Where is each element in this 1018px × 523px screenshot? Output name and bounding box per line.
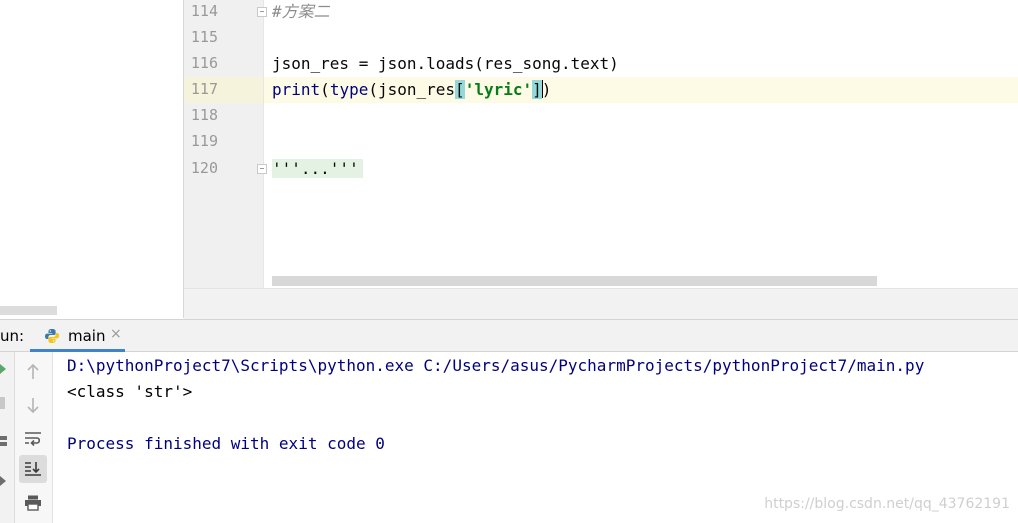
close-icon[interactable]: × [110, 326, 122, 342]
closing-paren: ) [541, 80, 552, 99]
code-line-114[interactable]: #方案二 [272, 0, 330, 25]
editor-horizontal-scrollbar[interactable] [272, 276, 877, 286]
line-number-119: 119 [190, 132, 218, 150]
console-line-exit: Process finished with exit code 0 [67, 434, 385, 453]
gutter-separator [263, 0, 264, 288]
play-icon[interactable] [0, 364, 6, 374]
string-literal: 'lyric' [464, 80, 533, 99]
scroll-down-icon[interactable] [19, 391, 47, 419]
python-icon [45, 329, 59, 343]
console-line-command: D:\pythonProject7\Scripts\python.exe C:/… [67, 356, 925, 375]
console-line-output: <class 'str'> [67, 382, 193, 401]
print-builtin: print [272, 80, 321, 99]
type-builtin: type [329, 80, 369, 99]
code-line-120[interactable]: '''...''' [272, 156, 363, 182]
run-label: un: [0, 327, 25, 345]
code-fragment: (json_res [368, 80, 456, 99]
print-icon[interactable] [19, 489, 47, 517]
right-bracket-highlight: ] [532, 80, 542, 99]
folded-docstring[interactable]: '''...''' [272, 159, 363, 178]
code-line-117[interactable]: print(type(json_res['lyric']) [272, 77, 551, 103]
paren: ( [320, 80, 330, 99]
fold-marker-icon[interactable] [257, 7, 267, 17]
scroll-to-end-icon[interactable] [19, 455, 47, 483]
line-number-114: 114 [190, 2, 218, 20]
line-number-117: 117 [190, 80, 218, 98]
project-horizontal-scrollbar[interactable] [0, 306, 57, 315]
run-left-toolbar [0, 352, 15, 523]
code-line-116[interactable]: json_res = json.loads(res_song.text) [272, 51, 619, 77]
line-number-118: 118 [190, 106, 218, 124]
watermark: https://blog.csdn.net/qq_43762191 [764, 496, 1010, 512]
tab-main-label: main [68, 327, 106, 345]
line-number-116: 116 [190, 54, 218, 72]
stop-icon[interactable] [0, 397, 5, 409]
rerun-icon[interactable] [0, 476, 6, 486]
scroll-up-icon[interactable] [19, 358, 47, 386]
line-number-120: 120 [190, 159, 218, 177]
editor-status-strip [184, 288, 1018, 319]
run-tool-window-header [0, 319, 1018, 352]
line-number-115: 115 [190, 28, 218, 46]
left-bracket-highlight: [ [455, 80, 465, 99]
layout-icon[interactable] [0, 436, 7, 446]
soft-wrap-icon[interactable] [19, 424, 47, 452]
fold-marker-icon[interactable] [257, 164, 267, 174]
project-pane [0, 0, 184, 318]
